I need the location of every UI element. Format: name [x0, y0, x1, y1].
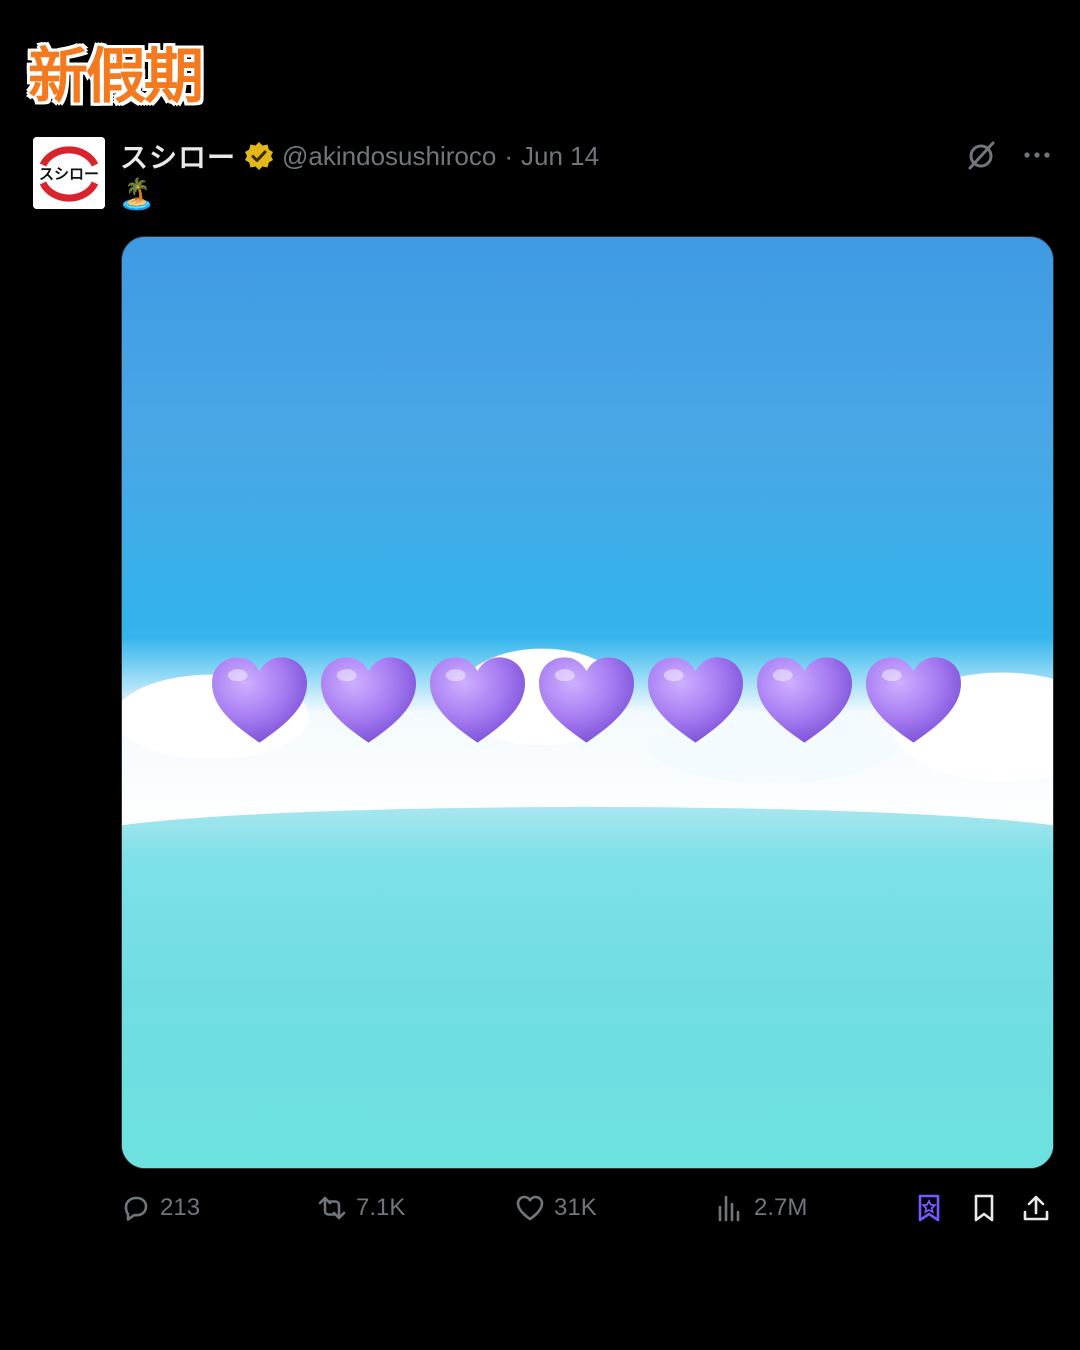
separator-dot: ·: [504, 140, 513, 171]
purple-hearts-row: [210, 655, 963, 745]
more-options-icon[interactable]: [1020, 138, 1054, 172]
grok-icon: [918, 1194, 940, 1222]
purple-heart-emoji: [756, 657, 853, 743]
purple-heart-emoji: [320, 657, 417, 743]
tweet-text: 🏝️: [118, 178, 156, 211]
repost-icon: [318, 1196, 346, 1220]
purple-heart-emoji: [211, 657, 308, 743]
bookmark-icon: [974, 1194, 994, 1222]
reply-button[interactable]: 213: [120, 1186, 200, 1230]
sea-illustration: [122, 807, 1053, 1168]
share-upload-icon: [1023, 1195, 1049, 1221]
watermark-logo: 新假期: [28, 42, 204, 112]
tweet-date[interactable]: Jun 14: [521, 141, 599, 172]
avatar[interactable]: スシロー: [33, 137, 105, 209]
tweet-header: スシロー @akindosushiroco · Jun 14: [120, 136, 599, 176]
handle[interactable]: @akindosushiroco: [282, 141, 496, 172]
purple-heart-emoji: [865, 657, 962, 743]
tweet-top-actions: [964, 138, 1054, 172]
bookmark-button[interactable]: [968, 1186, 1000, 1230]
display-name[interactable]: スシロー: [120, 136, 236, 176]
purple-heart-emoji: [647, 657, 744, 743]
tweet-media-image[interactable]: [121, 236, 1054, 1169]
reply-count: 213: [160, 1194, 201, 1221]
purple-heart-emoji: [538, 657, 635, 743]
verified-badge-icon[interactable]: [244, 141, 274, 171]
views-count: 2.7M: [754, 1194, 808, 1221]
grok-button[interactable]: [913, 1186, 945, 1230]
views-button[interactable]: 2.7M: [714, 1186, 807, 1230]
repost-count: 7.1K: [356, 1194, 406, 1221]
heart-icon: [516, 1195, 544, 1221]
avatar-logo-text: スシロー: [39, 165, 99, 183]
purple-heart-emoji: [429, 657, 526, 743]
reply-icon: [124, 1196, 148, 1221]
tweet-action-bar: 213 7.1K 31K 2.7M: [120, 1186, 1055, 1230]
views-chart-icon: [718, 1195, 740, 1222]
grok-slash-icon[interactable]: [964, 138, 998, 172]
like-count: 31K: [554, 1194, 597, 1221]
repost-button[interactable]: 7.1K: [316, 1186, 405, 1230]
share-button[interactable]: [1020, 1186, 1052, 1230]
like-button[interactable]: 31K: [514, 1186, 597, 1230]
